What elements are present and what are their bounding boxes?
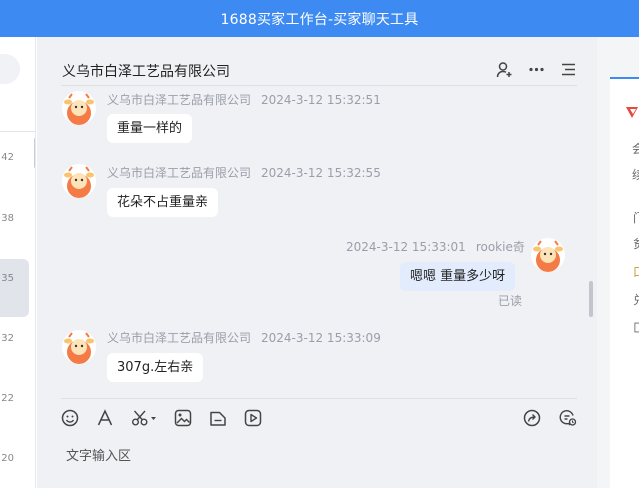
input-divider xyxy=(61,398,577,399)
conversation-item-selected[interactable] xyxy=(0,259,29,317)
message-sender: 义乌市白泽工艺品有限公司 xyxy=(107,331,252,345)
chat-scrollbar[interactable] xyxy=(589,281,593,317)
right-panel-text: 兑 xyxy=(633,291,639,308)
image-icon[interactable] xyxy=(174,409,192,427)
add-contact-icon[interactable] xyxy=(495,60,513,78)
message-bubble[interactable]: 重量一样的 xyxy=(107,114,193,143)
message-time: 2024-3-12 15:32:51 xyxy=(261,93,381,107)
conversation-time: 22 xyxy=(1,393,14,404)
right-info-panel: 会 续 门 贫 口 兑 匚 xyxy=(597,37,639,488)
conversation-time: 42 xyxy=(1,152,14,163)
conversation-search-input[interactable] xyxy=(0,54,20,84)
share-icon[interactable] xyxy=(523,409,541,427)
input-toolbar-right xyxy=(523,409,577,427)
message-input[interactable]: 文字输入区 xyxy=(66,445,131,464)
message-bubble[interactable]: 花朵不占重量亲 xyxy=(107,188,219,217)
conversation-time: 32 xyxy=(1,333,14,344)
message-meta: 义乌市白泽工艺品有限公司 2024-3-12 15:32:51 xyxy=(107,91,381,108)
message-meta: 2024-3-12 15:33:01 rookie奇 xyxy=(346,238,525,255)
conversation-time: 35 xyxy=(1,273,14,284)
seller-avatar-icon[interactable] xyxy=(62,164,96,198)
message-sender: rookie奇 xyxy=(475,240,525,254)
right-panel-text: 门 xyxy=(633,209,639,226)
conversation-time: 38 xyxy=(1,213,14,224)
right-panel-text: 续 xyxy=(632,168,639,182)
menu-list-icon[interactable] xyxy=(559,60,577,78)
emoji-icon[interactable] xyxy=(61,409,79,427)
window-title: 1688买家工作台-买家聊天工具 xyxy=(220,11,419,28)
message-meta: 义乌市白泽工艺品有限公司 2024-3-12 15:32:55 xyxy=(107,164,381,181)
font-icon[interactable] xyxy=(96,409,114,427)
more-icon[interactable] xyxy=(527,60,545,78)
conversation-time: 20 xyxy=(1,453,14,464)
right-panel-text: 口 xyxy=(633,263,639,280)
message-bubble[interactable]: 307g.左右亲 xyxy=(107,353,204,382)
chat-header-divider xyxy=(61,85,577,86)
read-status: 已读 xyxy=(498,294,523,308)
video-icon[interactable] xyxy=(244,409,262,427)
input-toolbar xyxy=(61,409,262,427)
message-bubble[interactable]: 嗯嗯 重量多少呀 xyxy=(400,262,516,291)
message-time: 2024-3-12 15:33:09 xyxy=(261,331,381,345)
scissors-icon[interactable] xyxy=(131,409,157,427)
conversation-list-scrollbar[interactable] xyxy=(34,138,35,168)
right-tab-indicator xyxy=(610,77,639,79)
brand-logo-icon xyxy=(626,107,638,118)
conversation-list-divider xyxy=(0,131,35,132)
chat-title: 义乌市白泽工艺品有限公司 xyxy=(62,64,230,80)
chat-panel: 义乌市白泽工艺品有限公司 义乌市白泽工艺品有限公司 2024-3-12 15:32… xyxy=(37,37,597,488)
message-sender: 义乌市白泽工艺品有限公司 xyxy=(107,166,252,180)
conversation-list: 42 38 35 32 22 20 xyxy=(0,37,36,488)
right-info-card xyxy=(610,77,639,488)
message-sender: 义乌市白泽工艺品有限公司 xyxy=(107,93,252,107)
chat-history-icon[interactable] xyxy=(559,409,577,427)
user-avatar-icon[interactable] xyxy=(531,238,565,272)
seller-avatar-icon[interactable] xyxy=(62,91,96,125)
folder-icon[interactable] xyxy=(209,409,227,427)
seller-avatar-icon[interactable] xyxy=(62,330,96,364)
message-time: 2024-3-12 15:32:55 xyxy=(261,166,381,180)
message-meta: 义乌市白泽工艺品有限公司 2024-3-12 15:33:09 xyxy=(107,329,381,346)
message-time: 2024-3-12 15:33:01 xyxy=(346,240,466,254)
chat-header-actions xyxy=(495,60,577,78)
right-panel-text: 匚 xyxy=(633,319,639,336)
window-title-bar: 1688买家工作台-买家聊天工具 xyxy=(0,0,639,37)
right-panel-text: 贫 xyxy=(633,235,639,252)
right-panel-text: 会 xyxy=(632,142,639,156)
